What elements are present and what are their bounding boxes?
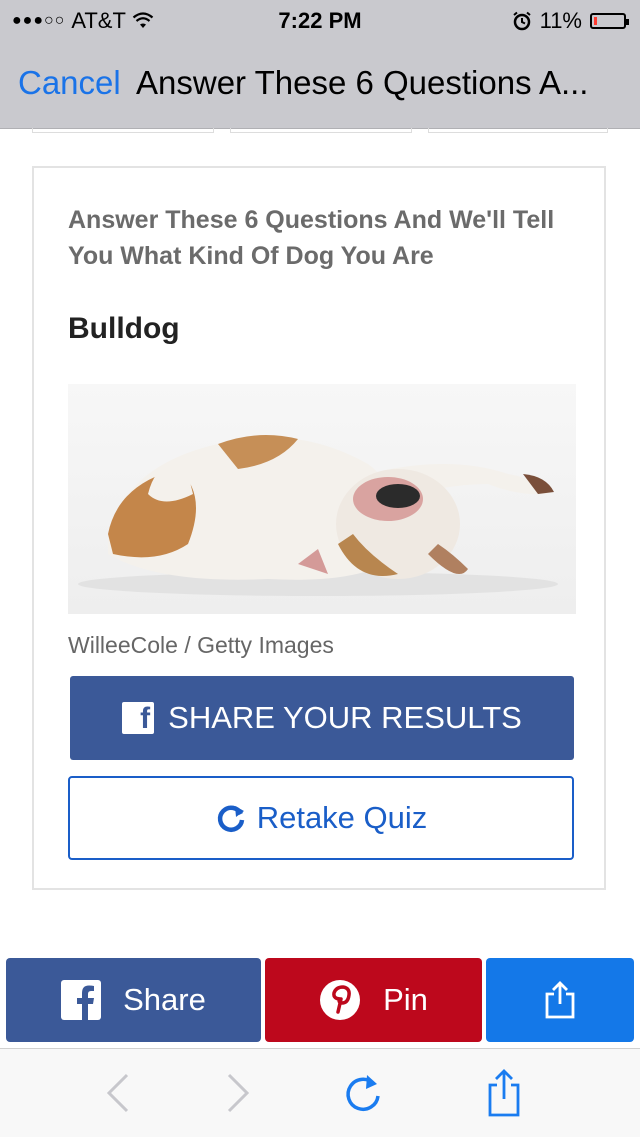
share-results-button[interactable]: f SHARE YOUR RESULTS	[70, 676, 574, 760]
back-button[interactable]	[92, 1067, 144, 1119]
toolbar-share-button[interactable]	[478, 1067, 530, 1119]
status-right: 11%	[512, 8, 629, 34]
reload-button[interactable]	[338, 1067, 390, 1119]
tab-stub	[428, 128, 608, 133]
image-credit: WilleeCole / Getty Images	[68, 632, 334, 658]
facebook-icon: f	[122, 702, 155, 734]
share-icon	[488, 1069, 520, 1117]
browser-toolbar	[0, 1048, 640, 1137]
cancel-button[interactable]: Cancel	[18, 64, 121, 102]
battery-percent: 11%	[539, 8, 582, 33]
tab-stub	[230, 128, 412, 133]
social-share-bar: Share Pin	[6, 958, 634, 1042]
reload-icon	[217, 805, 244, 832]
facebook-share-button[interactable]: Share	[6, 958, 261, 1042]
status-bar: ●●●○○ AT&T 7:22 PM 11%	[0, 0, 640, 40]
retake-quiz-button[interactable]: Retake Quiz	[68, 776, 574, 860]
quiz-title: Answer These 6 Questions And We'll Tell …	[68, 206, 555, 270]
page-title: Answer These 6 Questions A...	[136, 64, 589, 101]
pinterest-pin-label: Pin	[383, 982, 428, 1017]
tab-stub	[32, 128, 214, 133]
quiz-result-card: Answer These 6 Questions And We'll Tell …	[32, 166, 606, 890]
tab-stubs	[0, 128, 640, 134]
pinterest-icon	[320, 980, 361, 1020]
reload-icon	[346, 1075, 380, 1112]
result-title: Bulldog	[68, 312, 180, 345]
share-results-label: SHARE YOUR RESULTS	[168, 700, 522, 735]
pinterest-pin-button[interactable]: Pin	[265, 958, 482, 1042]
share-icon	[545, 981, 575, 1019]
bulldog-photo	[68, 384, 576, 614]
battery-fill	[594, 17, 597, 25]
nav-bar: Cancel Answer These 6 Questions A...	[0, 40, 640, 129]
forward-icon	[227, 1073, 250, 1113]
retake-quiz-label: Retake Quiz	[256, 800, 428, 835]
forward-button[interactable]	[212, 1067, 264, 1119]
facebook-icon	[61, 980, 102, 1020]
back-icon	[106, 1073, 129, 1113]
battery-icon	[590, 13, 629, 29]
alarm-icon	[512, 11, 531, 31]
facebook-share-label: Share	[123, 982, 206, 1017]
more-share-button[interactable]	[486, 958, 634, 1042]
